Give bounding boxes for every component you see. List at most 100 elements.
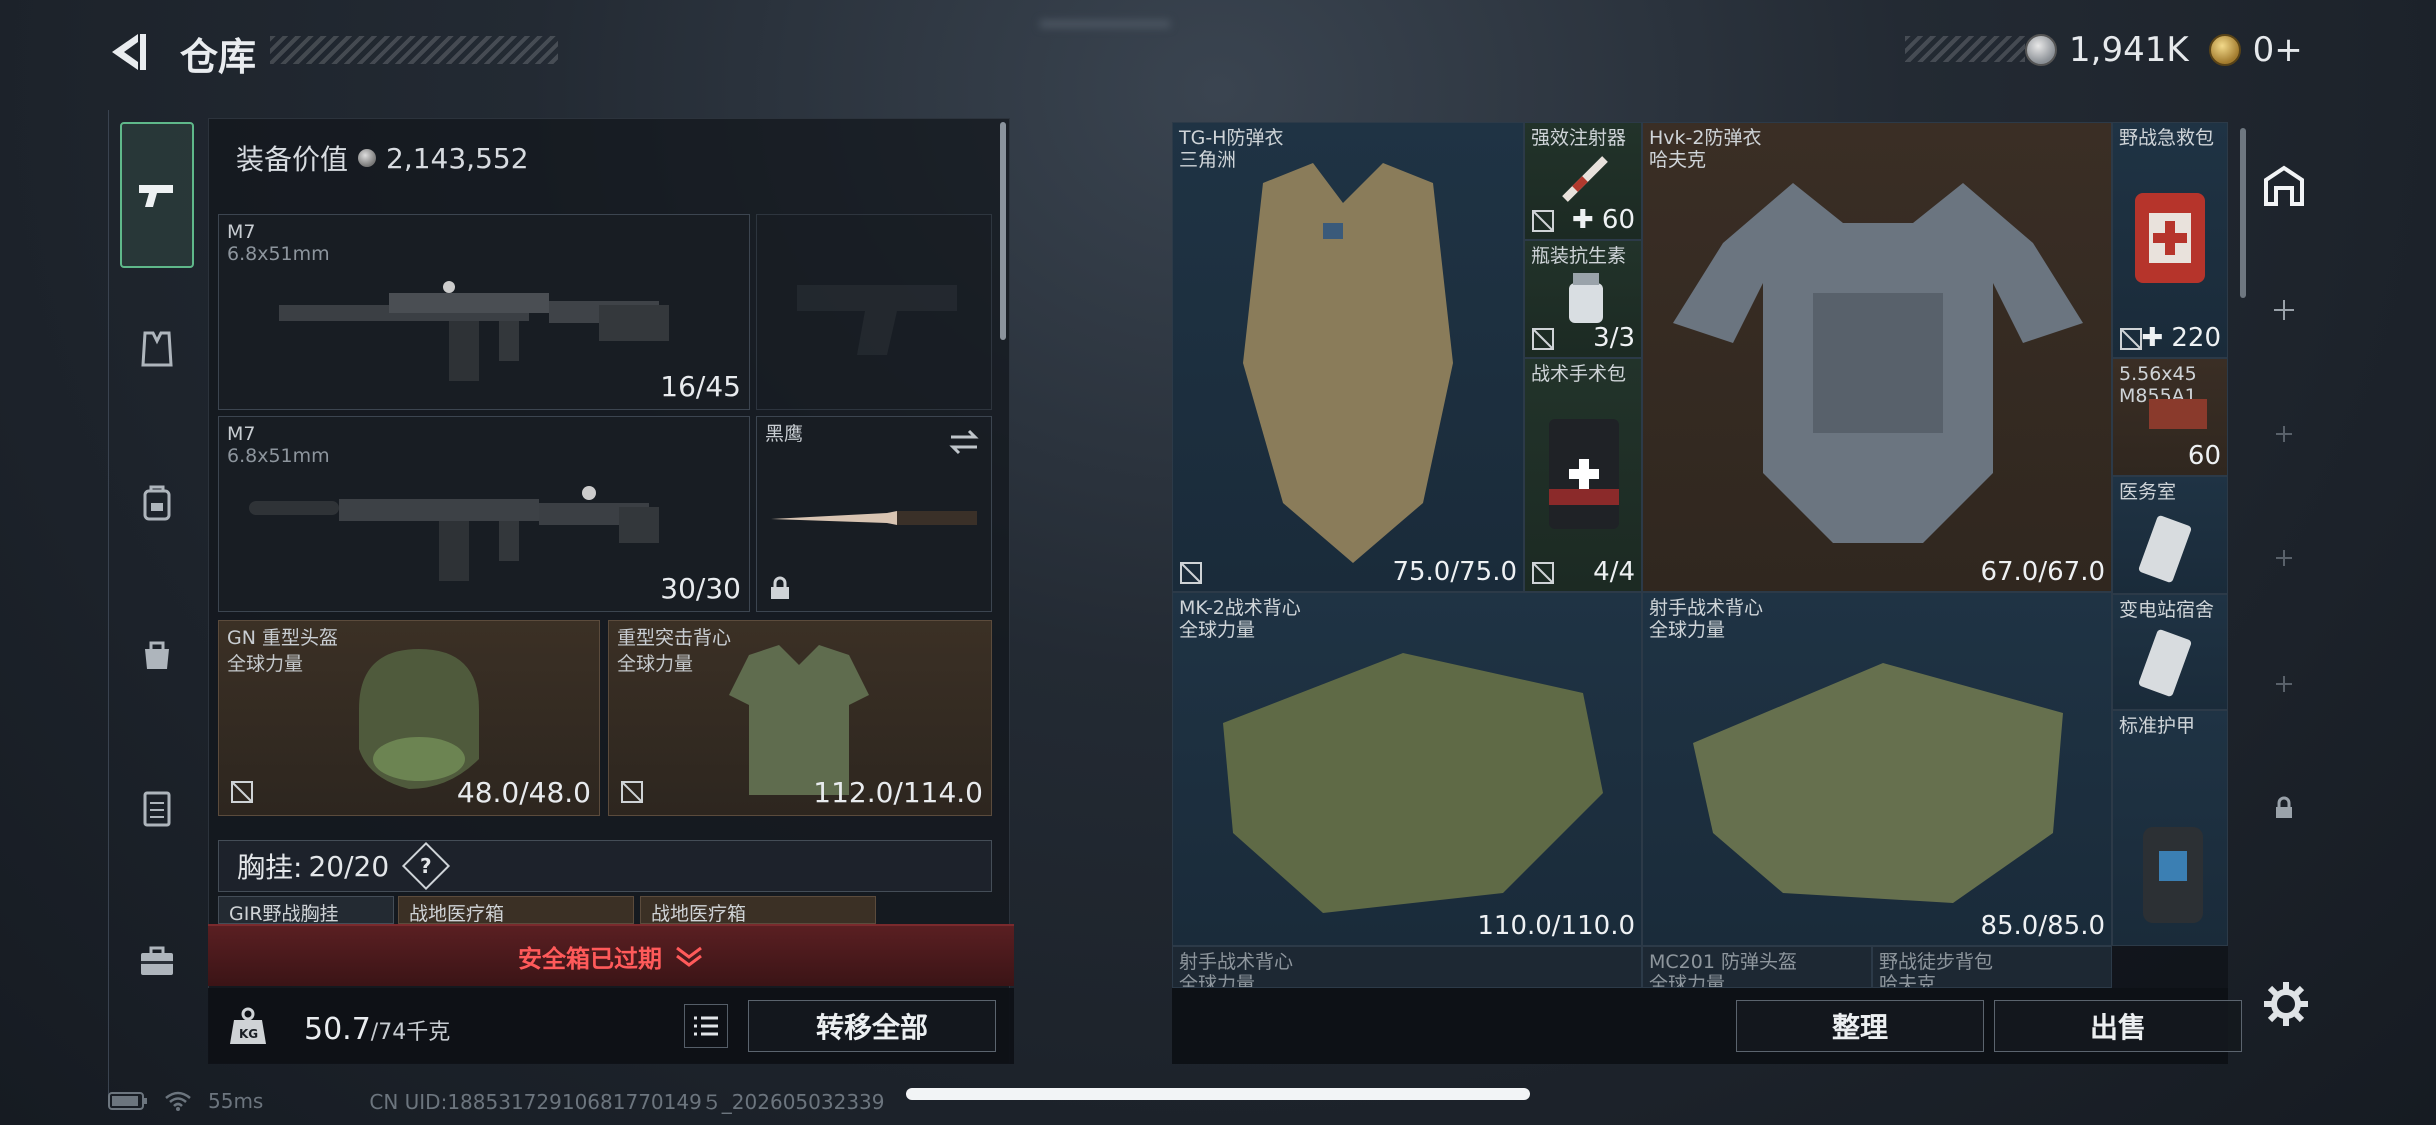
tab-armor[interactable] (120, 312, 194, 386)
premium-amount[interactable]: 0+ (2253, 30, 2303, 70)
weight-value: 50.7 (304, 1012, 371, 1047)
item-durability: 75.0/75.0 (1392, 557, 1517, 587)
item-name: 射手战术背心 全球力量 (1179, 951, 1294, 988)
add-storage-tab[interactable] (2262, 412, 2306, 456)
plus-icon (2276, 676, 2292, 692)
item-name: 变电站宿舍 (2119, 599, 2215, 621)
tab-bag[interactable] (120, 616, 194, 690)
item-name: MC201 防弹头盔 全球力量 (1649, 951, 1797, 988)
storage-item[interactable]: Hvk-2防弹衣 哈夫克 67.0/67.0 (1642, 122, 2112, 592)
armor-plate-image (2143, 827, 2203, 923)
armor-faction: 全球力量 (617, 653, 694, 675)
chest-item[interactable]: 战地医疗箱 (640, 896, 876, 924)
plus-icon (2274, 300, 2294, 320)
item-name: 强效注射器 (1531, 127, 1627, 149)
armor-slot[interactable]: 重型突击背心 全球力量 112.0/114.0 (608, 620, 992, 816)
armor-durability: 112.0/114.0 (813, 776, 983, 809)
bag-icon (145, 641, 169, 669)
helmet-faction: 全球力量 (227, 653, 304, 675)
title-decoration (270, 36, 558, 64)
plus-icon (2276, 426, 2292, 442)
help-icon[interactable]: ? (402, 841, 451, 891)
no-insure-icon (1532, 328, 1554, 350)
item-count: 4/4 (1593, 557, 1635, 587)
swap-icon[interactable] (947, 427, 981, 457)
item-name: 战术手术包 (1531, 363, 1627, 385)
sidearm-slot-empty[interactable] (756, 214, 992, 410)
storage-item[interactable]: MK-2战术背心 全球力量 110.0/110.0 (1172, 592, 1642, 946)
primary-weapon-slot-1[interactable]: M7 6.8x51mm 16/45 (218, 214, 750, 410)
chest-item[interactable]: 战地医疗箱 (398, 896, 634, 924)
back-icon[interactable] (104, 28, 152, 76)
tab-weapons[interactable] (120, 122, 194, 268)
item-name: 瓶装抗生素 (1531, 245, 1627, 267)
helmet-slot[interactable]: GN 重型头盔 全球力量 48.0/48.0 (218, 620, 600, 816)
sort-button[interactable]: 整理 (1736, 1000, 1984, 1052)
pistol-silhouette (797, 285, 957, 355)
no-insure-icon (621, 781, 643, 803)
melee-slot[interactable]: 黑鹰 (756, 416, 992, 612)
add-storage-tab[interactable] (2262, 536, 2306, 580)
chevron-down-icon (676, 946, 702, 967)
page-title: 仓库 (180, 35, 257, 79)
melee-name: 黑鹰 (765, 423, 804, 445)
sell-button[interactable]: 出售 (1994, 1000, 2242, 1052)
wifi-icon (165, 1091, 191, 1111)
storage-item[interactable]: 强效注射器 ✚ 60 (1524, 122, 1642, 240)
chest-rig-header[interactable]: 胸挂: 20/20 ? (218, 840, 992, 892)
add-storage-tab[interactable] (2262, 288, 2306, 332)
safe-box-text: 安全箱已过期 (518, 944, 662, 973)
pill-bottle-image (1569, 273, 1603, 323)
home-indicator[interactable] (906, 1088, 1530, 1100)
item-durability: 67.0/67.0 (1980, 557, 2105, 587)
weapon-ammo: 16/45 (660, 370, 741, 403)
locked-storage-tab[interactable] (2262, 786, 2306, 830)
coin-icon (358, 149, 377, 167)
storage-item[interactable]: TG-H防弹衣 三角洲 75.0/75.0 (1172, 122, 1524, 592)
storage-item[interactable]: 瓶装抗生素 3/3 (1524, 240, 1642, 358)
currency-decoration (1905, 36, 2025, 62)
storage-item[interactable]: MC201 防弹头盔 全球力量 (1642, 946, 1872, 988)
tab-case[interactable] (120, 924, 194, 998)
svg-text:KG: KG (239, 1027, 258, 1041)
storage-item[interactable]: 射手战术背心 全球力量 85.0/85.0 (1642, 592, 2112, 946)
storage-item[interactable]: 变电站宿舍 (2112, 594, 2228, 710)
tab-rig[interactable] (120, 770, 194, 844)
storage-item[interactable]: 射手战术背心 全球力量 (1172, 946, 1642, 988)
safe-box-expired-banner[interactable]: 安全箱已过期 (208, 924, 1014, 986)
gear-value: 装备价值 2,143,552 (236, 138, 529, 178)
storage-item[interactable]: 5.56x45 M855A1 60 (2112, 358, 2228, 476)
storage-tab-main[interactable] (2262, 164, 2306, 208)
briefcase-icon (141, 946, 173, 975)
coin-icon (2025, 34, 2057, 66)
storage-item[interactable]: 医务室 (2112, 476, 2228, 594)
chest-rig-item[interactable]: GIR野战胸挂 (218, 896, 394, 924)
storage-item[interactable]: 标准护甲 (2112, 710, 2228, 946)
tab-backpack[interactable] (120, 466, 194, 540)
weapon-ammo: 30/30 (660, 572, 741, 605)
ammo-box-image (2149, 399, 2207, 429)
help-mark: ? (420, 853, 432, 878)
status-line: 55ms CN UID:18853172910681770149５_202605… (108, 1086, 885, 1115)
chest-count: 20/20 (308, 849, 390, 883)
item-name: 医务室 (2119, 481, 2177, 503)
storage-item[interactable]: 战术手术包 4/4 (1524, 358, 1642, 592)
battery-icon (108, 1091, 147, 1110)
storage-scrollbar[interactable] (2240, 128, 2246, 298)
list-view-button[interactable] (684, 1004, 728, 1048)
item-name: 标准护甲 (2119, 715, 2196, 737)
user-uid: CN UID:18853172910681770149５_20260503233… (369, 1090, 885, 1114)
rifle-image (249, 486, 659, 581)
gear-icon[interactable] (2262, 980, 2310, 1028)
primary-weapon-slot-2[interactable]: M7 6.8x51mm 30/30 (218, 416, 750, 612)
carry-weight: 50.7/74千克 (304, 1012, 450, 1047)
chest-label: 胸挂: (237, 851, 303, 884)
add-storage-tab[interactable] (2262, 662, 2306, 706)
storage-item[interactable]: 野战急救包 ✚ 220 (2112, 122, 2228, 358)
move-all-button[interactable]: 转移全部 (748, 1000, 996, 1052)
body-armor-image (1243, 163, 1453, 563)
loadout-scrollbar[interactable] (1000, 122, 1006, 340)
item-count: ✚ 220 (2141, 323, 2221, 353)
storage-item[interactable]: 野战徒步背包 哈夫克 (1872, 946, 2112, 988)
list-icon (694, 1016, 718, 1036)
